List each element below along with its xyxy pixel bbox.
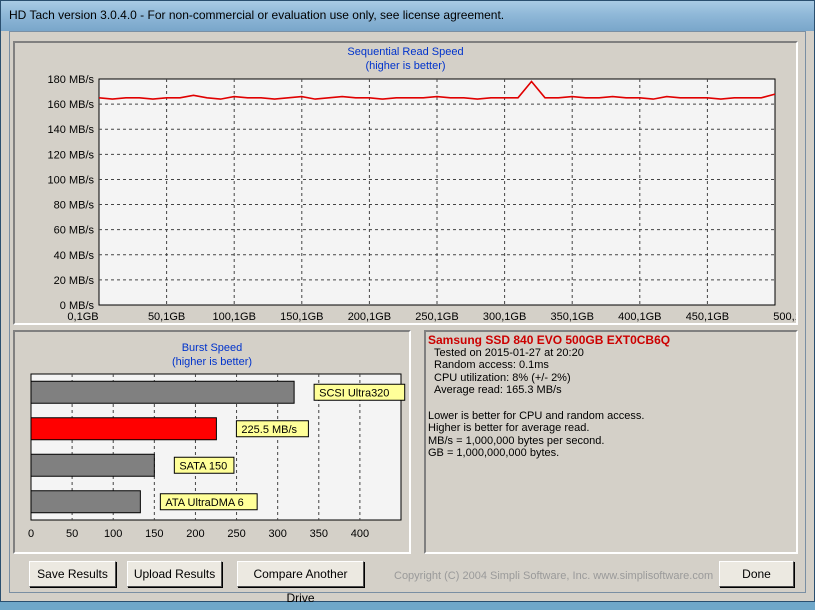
sequential-read-chart: 0 MB/s20 MB/s40 MB/s60 MB/s80 MB/s100 MB… [48, 74, 796, 323]
burst-speed-chart: 0 50 100 150 200 250 300 350 400 SCSI Ultra320 225… [28, 373, 406, 540]
drive-info: Samsung SSD 840 EVO 500GB EXT0CB6Q Teste… [428, 333, 671, 460]
burst-x-tick: 350 [310, 528, 328, 540]
average-read: Average read: 165.3 MB/s [434, 384, 562, 396]
client-area: Sequential Read Speed (higher is better)… [9, 31, 806, 605]
seq-x-tick: 300,1GB [483, 311, 526, 323]
seq-x-tick: 450,1GB [686, 311, 729, 323]
note-mbps-def: MB/s = 1,000,000 bytes per second. [428, 434, 605, 447]
seq-y-tick: 60 MB/s [54, 225, 95, 237]
burst-chart-panel: Burst Speed (higher is better) 0 50 100 150… [13, 330, 411, 554]
burst-x-tick: 0 [28, 528, 34, 540]
seq-x-tick: 250,1GB [415, 311, 458, 323]
random-access: Random access: 0.1ms [434, 359, 549, 371]
seq-x-tick: 0,1GB [67, 311, 98, 323]
done-button[interactable]: Done [719, 561, 794, 587]
save-results-label: Save Results [37, 567, 108, 581]
burst-x-tick: 250 [227, 528, 245, 540]
seq-y-tick: 120 MB/s [48, 149, 95, 161]
burst-bar-label: ATA UltraDMA 6 [165, 497, 243, 509]
burst-bar [30, 490, 141, 514]
seq-y-tick: 80 MB/s [54, 200, 95, 212]
compare-another-drive-label: Compare Another Drive [253, 567, 348, 605]
seq-x-tick: 350,1GB [550, 311, 593, 323]
title-bar[interactable]: HD Tach version 3.0.4.0 - For non-commer… [1, 1, 814, 31]
burst-x-tick: 200 [186, 528, 204, 540]
copyright-text: Copyright (C) 2004 Simpli Software, Inc.… [394, 570, 714, 582]
burst-bar [30, 380, 295, 404]
upload-results-button[interactable]: Upload Results [127, 561, 222, 587]
seq-y-tick: 40 MB/s [54, 250, 95, 262]
burst-bar [30, 453, 155, 477]
seq-x-tick: 400,1GB [618, 311, 661, 323]
sequential-chart-panel: Sequential Read Speed (higher is better)… [13, 41, 798, 325]
save-results-button[interactable]: Save Results [29, 561, 116, 587]
seq-x-tick: 500,1GB [773, 311, 796, 323]
burst-x-tick: 50 [66, 528, 78, 540]
tested-date: Tested on 2015-01-27 at 20:20 [434, 346, 584, 359]
note-lower-better: Lower is better for CPU and random acces… [428, 409, 645, 422]
seq-y-tick: 160 MB/s [48, 99, 95, 111]
done-label: Done [742, 567, 771, 581]
drive-info-panel: Samsung SSD 840 EVO 500GB EXT0CB6Q Teste… [424, 330, 798, 554]
seq-y-tick: 100 MB/s [48, 174, 95, 186]
seq-x-tick: 150,1GB [280, 311, 323, 323]
burst-x-tick: 150 [145, 528, 163, 540]
compare-another-drive-button[interactable]: Compare Another Drive [237, 561, 364, 605]
burst-x-tick: 300 [268, 528, 286, 540]
note-higher-better: Higher is better for average read. [428, 422, 590, 434]
burst-x-tick: 400 [351, 528, 369, 540]
burst-bar-label: 225.5 MB/s [241, 424, 297, 436]
window-title: HD Tach version 3.0.4.0 - For non-commer… [9, 8, 505, 22]
seq-y-tick: 180 MB/s [48, 74, 95, 86]
burst-bar [30, 417, 217, 441]
app-window: HD Tach version 3.0.4.0 - For non-commer… [0, 0, 815, 605]
seq-x-tick: 100,1GB [212, 311, 255, 323]
cpu-utilization: CPU utilization: 8% (+/- 2%) [434, 371, 571, 384]
burst-bar-label: SCSI Ultra320 [319, 387, 389, 399]
burst-x-tick: 100 [104, 528, 122, 540]
upload-results-label: Upload Results [133, 567, 216, 581]
seq-y-tick: 20 MB/s [54, 275, 95, 287]
seq-x-tick: 50,1GB [148, 311, 185, 323]
seq-x-tick: 200,1GB [348, 311, 391, 323]
seq-y-tick: 140 MB/s [48, 124, 95, 136]
burst-bar-label: SATA 150 [179, 460, 227, 472]
note-gb-def: GB = 1,000,000,000 bytes. [428, 447, 560, 459]
drive-name: Samsung SSD 840 EVO 500GB EXT0CB6Q [428, 333, 671, 347]
